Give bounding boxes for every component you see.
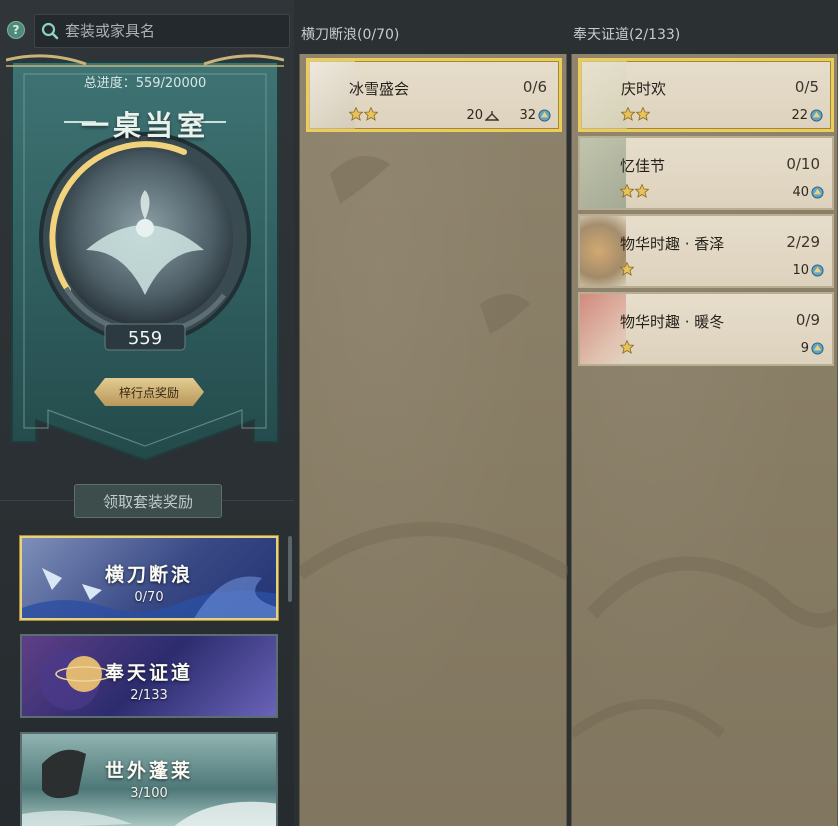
set-count: 0/70: [134, 590, 164, 605]
set-card-hengdao[interactable]: 横刀断浪 0/70: [20, 536, 278, 620]
swallow-watermark-icon: [300, 156, 568, 580]
search-icon: [41, 22, 59, 40]
gem-icon: [810, 109, 823, 122]
star-rating: [620, 184, 649, 198]
gem-icon: [538, 109, 551, 122]
collection-banner: 总进度：559/20000 一桌当室 559 梓行点奖励: [6, 50, 284, 464]
set-card-shiwai[interactable]: 世外蓬莱 3/100: [20, 732, 278, 826]
star-rating: [620, 262, 634, 276]
furniture-column-fengtian: 庆时欢 0/5 22 忆佳节 0/10 40 物华时趣 · 香泽 2/29 10…: [571, 54, 838, 826]
furniture-column-hengdao: 冰雪盛会 0/6 20 32: [299, 54, 568, 826]
column-header: 奉天证道(2/133): [573, 27, 681, 43]
item-count: 0/5: [794, 78, 819, 96]
cost-b: 10: [792, 263, 824, 278]
cost-a: 20: [466, 108, 499, 123]
cost-b-value: 32: [519, 108, 536, 123]
star-icon: [620, 262, 634, 276]
cost-b-value: 9: [800, 341, 809, 356]
cost-b: 32: [519, 108, 551, 123]
furniture-item-qingshihuan[interactable]: 庆时欢 0/5 22: [578, 58, 834, 132]
total-progress: 总进度：559/20000: [83, 76, 207, 91]
claim-set-reward-button[interactable]: 领取套装奖励: [74, 484, 222, 518]
star-rating: [349, 107, 378, 121]
cost-b-value: 40: [792, 185, 809, 200]
star-icon: [636, 107, 650, 121]
star-icon: [349, 107, 363, 121]
set-name: 世外蓬莱: [104, 760, 193, 782]
cost-b-value: 22: [791, 108, 808, 123]
item-name: 忆佳节: [620, 157, 666, 175]
column-header: 横刀断浪(0/70): [301, 27, 400, 43]
set-count: 2/133: [130, 688, 168, 703]
set-card-fengtian[interactable]: 奉天证道 2/133: [20, 634, 278, 718]
star-rating: [621, 107, 650, 121]
item-count: 2/29: [786, 233, 820, 251]
star-icon: [635, 184, 649, 198]
set-list-scrollbar[interactable]: [288, 536, 292, 602]
gem-icon: [811, 186, 824, 199]
search-box[interactable]: [34, 14, 290, 48]
furniture-item-bingxue[interactable]: 冰雪盛会 0/6 20 32: [306, 58, 562, 132]
item-name: 物华时趣 · 香泽: [620, 235, 725, 253]
search-input[interactable]: [65, 22, 275, 40]
left-panel: ? 套装或家具名 总进度：559/20000 一桌当室 559 梓行点奖励 领取…: [0, 0, 294, 826]
cost-b: 9: [801, 341, 824, 356]
star-icon: [620, 340, 634, 354]
banner-title: 一桌当室: [80, 109, 209, 142]
cost-b: 22: [791, 108, 823, 123]
star-rating: [620, 340, 634, 354]
cost-a-value: 20: [466, 108, 483, 123]
item-name: 庆时欢: [621, 80, 667, 98]
item-name: 物华时趣 · 暖冬: [620, 313, 725, 331]
item-count: 0/6: [522, 78, 547, 96]
gem-icon: [811, 342, 824, 355]
help-icon[interactable]: ?: [7, 21, 25, 39]
set-name: 横刀断浪: [104, 564, 193, 586]
star-icon: [364, 107, 378, 121]
star-icon: [620, 184, 634, 198]
ranking-reward-button[interactable]: 梓行点奖励: [94, 378, 204, 406]
star-icon: [621, 107, 635, 121]
hanger-icon: [485, 110, 499, 121]
furniture-item-nuandong[interactable]: 物华时趣 · 暖冬 0/9 9: [578, 292, 834, 366]
furniture-item-xiangze[interactable]: 物华时趣 · 香泽 2/29 10: [578, 214, 834, 288]
cost-b: 40: [792, 185, 824, 200]
item-name: 冰雪盛会: [349, 80, 410, 98]
score-value: 559: [127, 328, 163, 349]
set-count: 3/100: [130, 786, 168, 801]
item-count: 0/10: [786, 155, 820, 173]
gem-icon: [811, 264, 824, 277]
item-count: 0/9: [795, 311, 820, 329]
furniture-item-yijiajie[interactable]: 忆佳节 0/10 40: [578, 136, 834, 210]
set-name: 奉天证道: [104, 662, 193, 684]
cost-b-value: 10: [792, 263, 809, 278]
